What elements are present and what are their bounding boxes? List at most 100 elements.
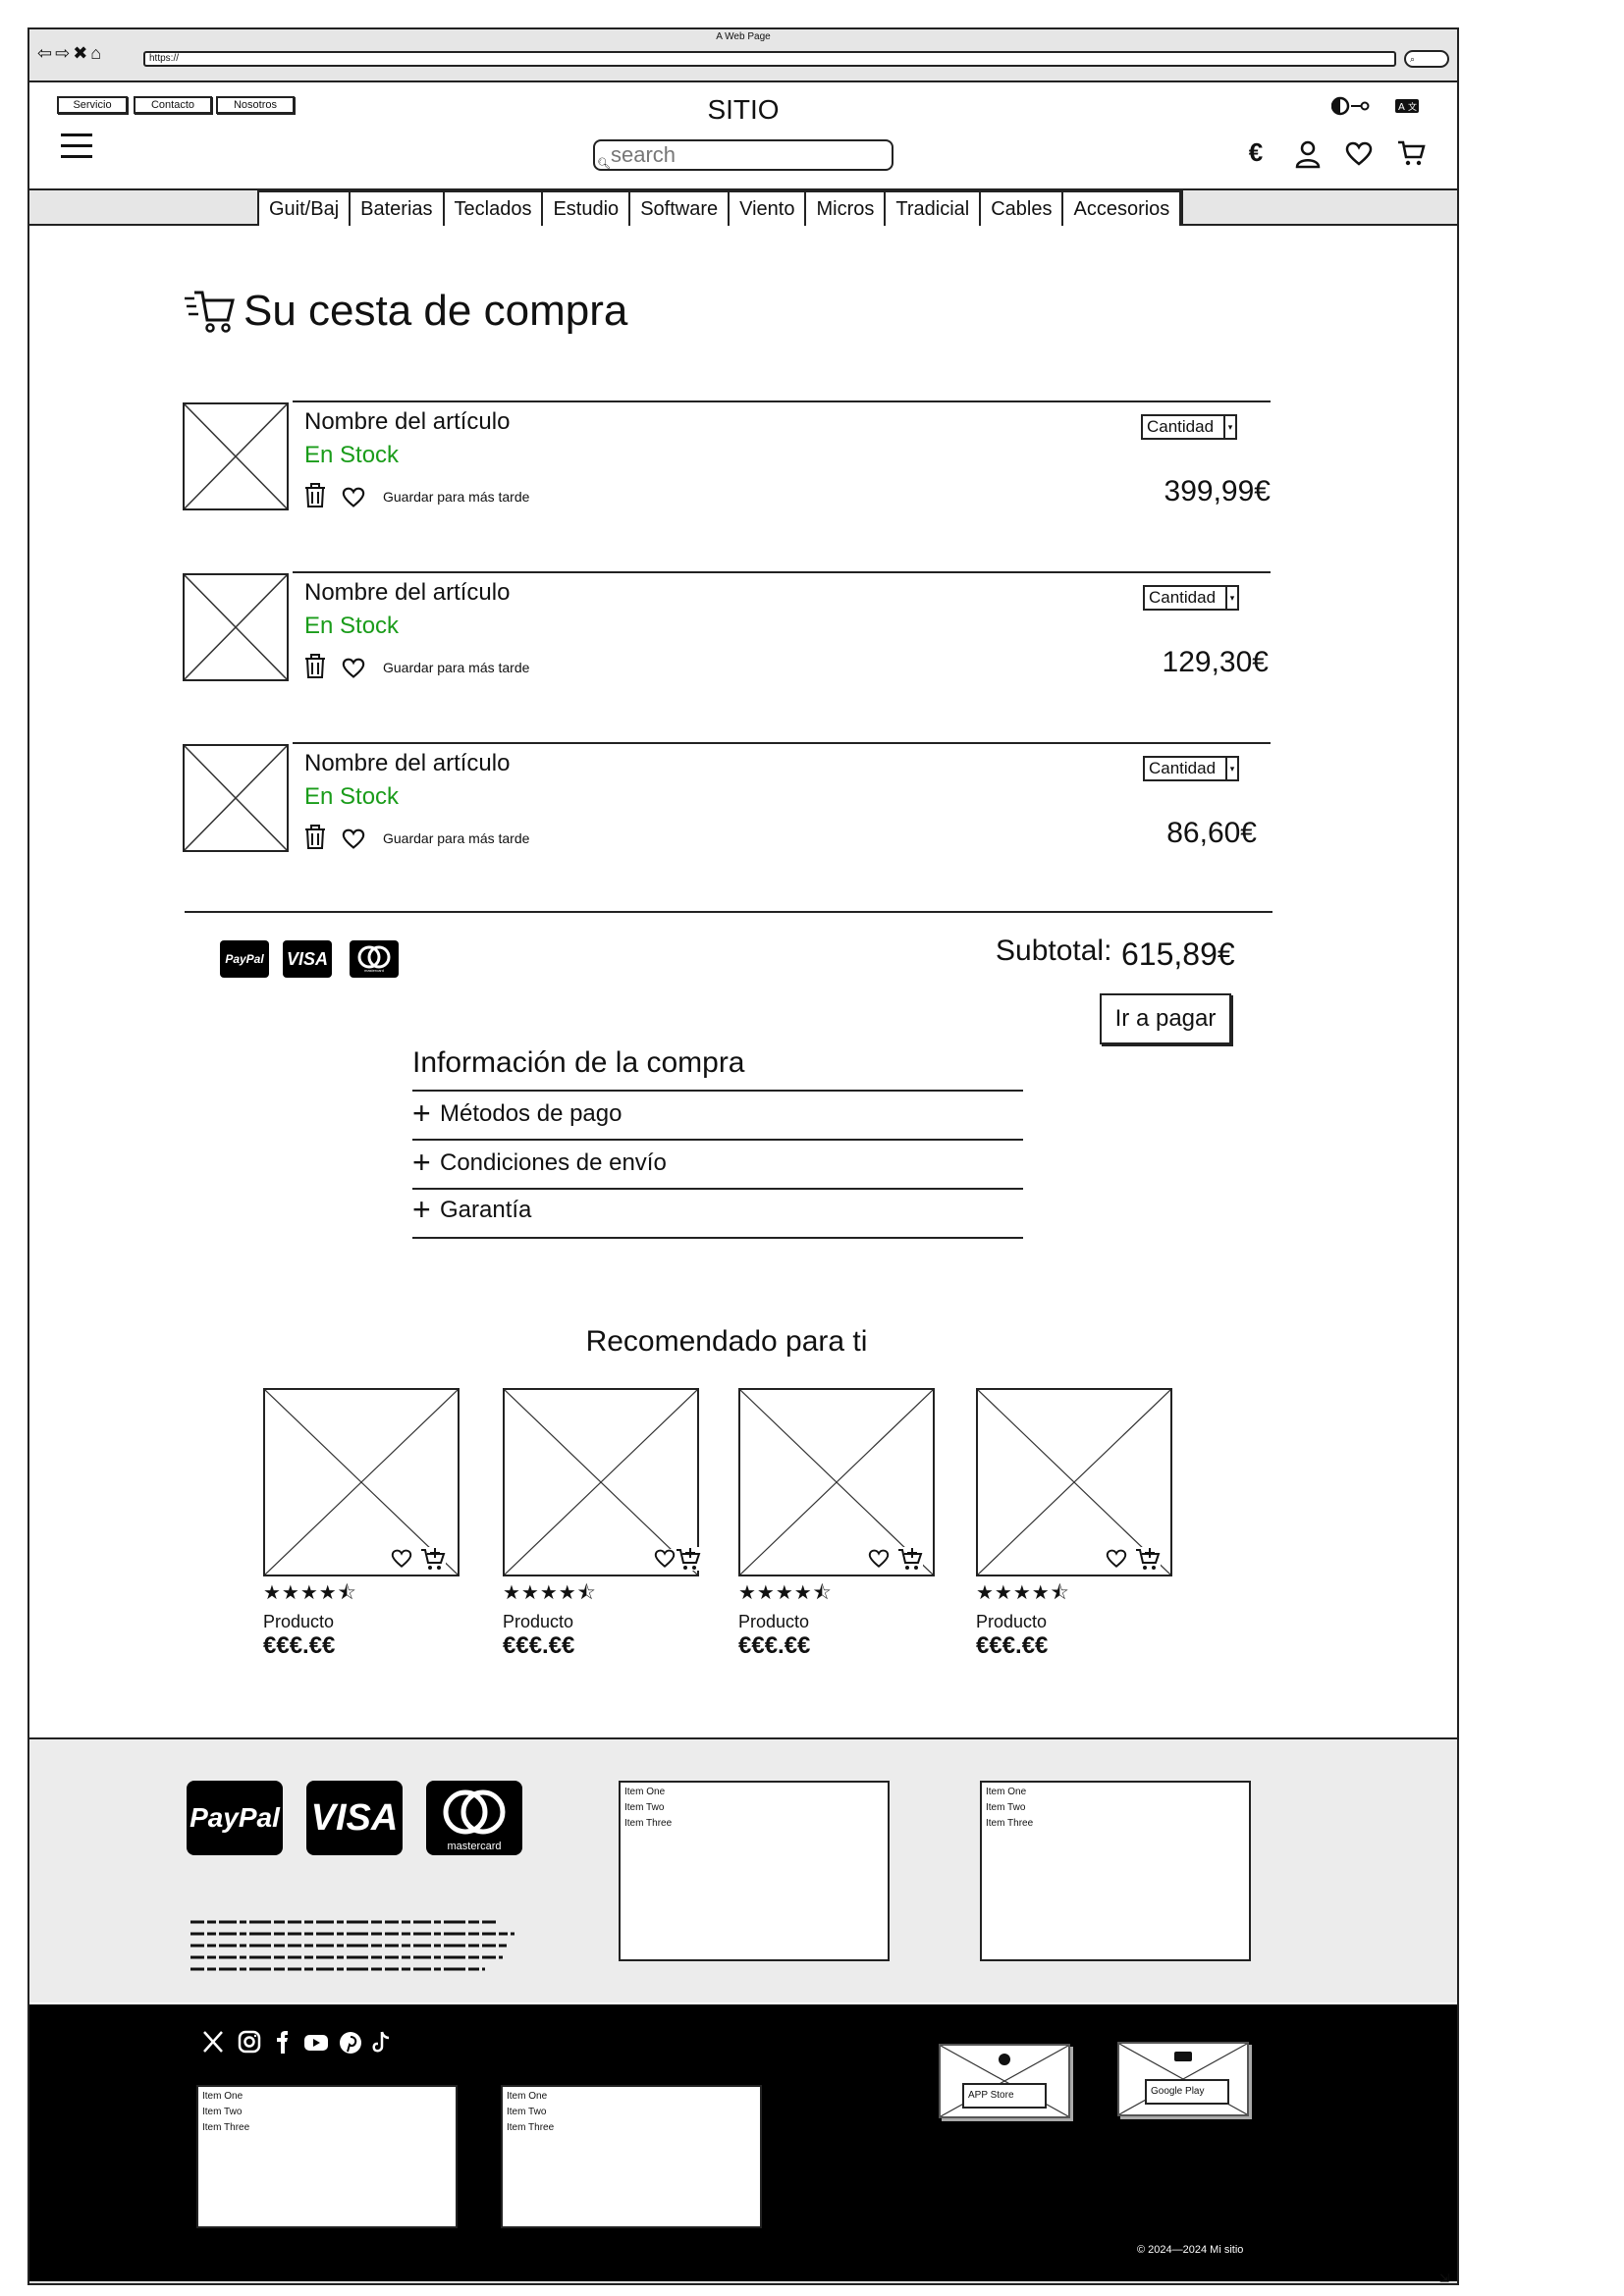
heart-icon[interactable] xyxy=(342,487,365,508)
svg-text:文: 文 xyxy=(1408,101,1417,113)
list-item[interactable]: Item Two xyxy=(986,1800,1245,1816)
mastercard-logo: mastercard xyxy=(350,940,399,978)
list-item[interactable]: Item Three xyxy=(507,2120,756,2136)
quantity-select[interactable]: Cantidad ▾ xyxy=(1143,756,1239,781)
cart-icon[interactable] xyxy=(1396,139,1426,167)
forward-icon[interactable]: ⇨ xyxy=(55,43,73,63)
back-icon[interactable]: ⇦ xyxy=(37,43,55,63)
product-name[interactable]: Producto xyxy=(503,1612,699,1632)
list-item[interactable]: Item Two xyxy=(624,1800,884,1816)
resize-handle-icon[interactable]: ⇲ xyxy=(1439,2271,1449,2283)
browser-search-icon[interactable]: ⌕ xyxy=(1404,50,1449,68)
list-item[interactable]: Item Three xyxy=(624,1816,884,1832)
save-for-later-link[interactable]: Guardar para más tarde xyxy=(383,830,529,846)
tab-micros[interactable]: Micros xyxy=(806,192,887,226)
tab-teclados[interactable]: Teclados xyxy=(445,192,544,226)
tab-accesorios[interactable]: Accesorios xyxy=(1063,192,1179,226)
list-item[interactable]: Item One xyxy=(986,1785,1245,1800)
list-item[interactable]: Item One xyxy=(507,2089,756,2105)
tab-baterias[interactable]: Baterias xyxy=(351,192,445,226)
item-name[interactable]: Nombre del artículo xyxy=(304,750,510,777)
heart-icon[interactable] xyxy=(654,1549,676,1569)
accordion-warranty[interactable]: + Garantía xyxy=(412,1192,531,1228)
product-price: €€€.€€ xyxy=(503,1632,575,1659)
tab-guit-baj[interactable]: Guit/Baj xyxy=(259,192,352,226)
item-name[interactable]: Nombre del artículo xyxy=(304,579,510,607)
heart-icon[interactable] xyxy=(1345,141,1373,167)
trash-icon[interactable] xyxy=(304,654,326,679)
checkout-button[interactable]: Ir a pagar xyxy=(1100,993,1231,1044)
heart-icon[interactable] xyxy=(391,1549,412,1569)
accordion-divider xyxy=(412,1188,1023,1190)
item-price: 86,60€ xyxy=(1166,817,1257,849)
tab-tradicial[interactable]: Tradicial xyxy=(886,192,982,226)
trash-icon[interactable] xyxy=(304,483,326,508)
quantity-select[interactable]: Cantidad ▾ xyxy=(1143,585,1239,611)
list-item[interactable]: Item Two xyxy=(507,2105,756,2120)
search-input[interactable]: 🔍︎ search xyxy=(593,139,893,171)
google-play-badge[interactable]: Google Play xyxy=(1117,2042,1249,2116)
product-image[interactable] xyxy=(976,1388,1172,1576)
list-item[interactable]: Item Three xyxy=(986,1816,1245,1832)
contrast-toggle-icon[interactable] xyxy=(1330,96,1375,116)
user-icon[interactable] xyxy=(1294,139,1322,169)
euro-icon[interactable]: € xyxy=(1239,137,1272,168)
tab-estudio[interactable]: Estudio xyxy=(543,192,631,226)
site-title[interactable]: SITIO xyxy=(29,94,1457,126)
tab-viento[interactable]: Viento xyxy=(730,192,807,226)
add-to-cart-icon[interactable] xyxy=(676,1547,701,1571)
product-card[interactable]: ★★★★⯪ Producto €€€.€€ xyxy=(976,1388,1172,1660)
copyright: © 2024—2024 Mi sitio xyxy=(1137,2244,1244,2256)
product-name[interactable]: Producto xyxy=(738,1612,935,1632)
item-image[interactable] xyxy=(183,573,289,681)
product-card[interactable]: ★★★★⯪ Producto €€€.€€ xyxy=(503,1388,701,1660)
product-name[interactable]: Producto xyxy=(976,1612,1172,1632)
url-bar[interactable]: https:// xyxy=(143,51,1396,67)
close-icon[interactable]: ✖ xyxy=(73,43,90,63)
tab-cables[interactable]: Cables xyxy=(981,192,1064,226)
heart-icon[interactable] xyxy=(868,1549,890,1569)
accordion-payment-methods[interactable]: + Métodos de pago xyxy=(412,1095,622,1132)
youtube-icon xyxy=(304,2035,328,2051)
plus-icon: + xyxy=(412,1192,431,1227)
save-for-later-link[interactable]: Guardar para más tarde xyxy=(383,489,529,505)
tab-software[interactable]: Software xyxy=(630,192,731,226)
list-item[interactable]: Item One xyxy=(202,2089,452,2105)
product-image[interactable] xyxy=(263,1388,460,1576)
app-store-badge[interactable]: APP Store xyxy=(939,2044,1070,2118)
product-card[interactable]: ★★★★⯪ Producto €€€.€€ xyxy=(263,1388,460,1660)
item-image[interactable] xyxy=(183,402,289,510)
product-image[interactable] xyxy=(738,1388,935,1576)
accordion-shipping-conditions[interactable]: + Condiciones de envío xyxy=(412,1145,667,1181)
add-to-cart-icon[interactable] xyxy=(897,1547,923,1571)
footer-list: Item One Item Two Item Three xyxy=(619,1781,890,1961)
list-item[interactable]: Item One xyxy=(624,1785,884,1800)
list-item[interactable]: Item Two xyxy=(202,2105,452,2120)
trash-icon[interactable] xyxy=(304,825,326,850)
item-name[interactable]: Nombre del artículo xyxy=(304,408,510,436)
heart-icon[interactable] xyxy=(1106,1549,1127,1569)
chevron-down-icon: ▾ xyxy=(1225,758,1237,779)
language-icon[interactable]: A文 xyxy=(1394,98,1420,114)
add-to-cart-icon[interactable] xyxy=(1135,1547,1161,1571)
heart-icon[interactable] xyxy=(342,828,365,850)
list-item[interactable]: Item Three xyxy=(202,2120,452,2136)
item-image[interactable] xyxy=(183,744,289,852)
add-to-cart-icon[interactable] xyxy=(420,1547,446,1571)
rating-stars: ★★★★⯪ xyxy=(263,1582,357,1604)
product-card[interactable]: ★★★★⯪ Producto €€€.€€ xyxy=(738,1388,935,1660)
home-icon[interactable]: ⌂ xyxy=(90,43,104,63)
product-image[interactable] xyxy=(503,1388,701,1576)
menu-icon[interactable] xyxy=(61,133,92,159)
visa-logo: VISA xyxy=(306,1781,403,1855)
quantity-select[interactable]: Cantidad ▾ xyxy=(1141,414,1237,440)
save-for-later-link[interactable]: Guardar para más tarde xyxy=(383,660,529,675)
rating-stars: ★★★★⯪ xyxy=(503,1582,597,1604)
accordion-divider xyxy=(412,1139,1023,1141)
product-name[interactable]: Producto xyxy=(263,1612,460,1632)
window-bottom-bar xyxy=(29,2281,1457,2283)
accordion-label: Condiciones de envío xyxy=(440,1149,667,1176)
rating-stars: ★★★★⯪ xyxy=(738,1582,833,1604)
heart-icon[interactable] xyxy=(342,658,365,679)
rating-stars: ★★★★⯪ xyxy=(976,1582,1070,1604)
